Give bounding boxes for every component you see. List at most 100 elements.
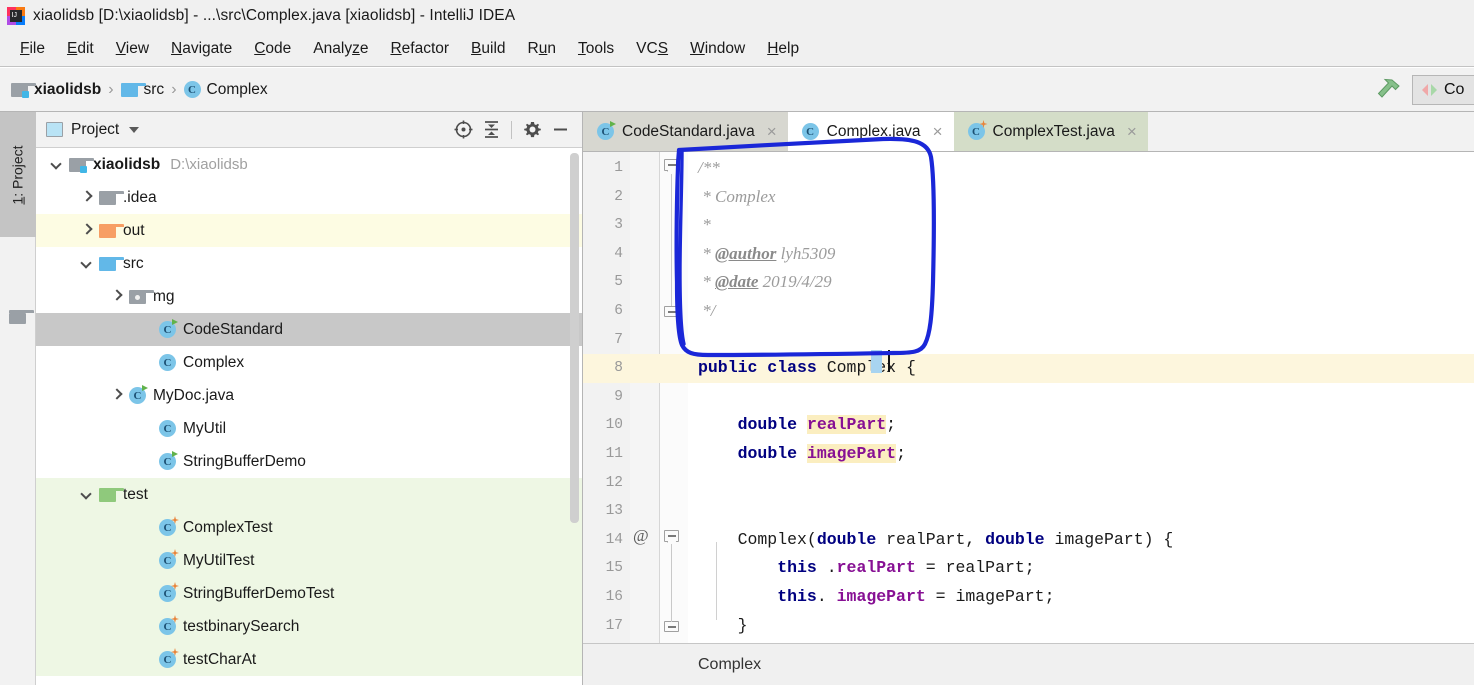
code-text[interactable]: * @author lyh5309 bbox=[698, 240, 835, 270]
menu-help[interactable]: Help bbox=[756, 37, 810, 61]
fold-marker-javadoc-start[interactable] bbox=[664, 159, 681, 177]
menu-window[interactable]: Window bbox=[679, 37, 756, 61]
fold-region-line bbox=[671, 544, 673, 622]
code-line[interactable]: 3 * bbox=[583, 211, 1474, 240]
menu-view[interactable]: View bbox=[105, 37, 160, 61]
line-number: 4 bbox=[614, 245, 623, 262]
tree-row[interactable]: C StringBufferDemoTest bbox=[36, 577, 582, 610]
chevron-right-icon[interactable] bbox=[110, 290, 123, 303]
breadcrumb-complex[interactable]: C Complex bbox=[183, 81, 268, 99]
tree-row[interactable]: out bbox=[36, 214, 582, 247]
project-tree[interactable]: xiaolidsb D:\xiaolidsb .idea out src mg C CodeS… bbox=[36, 148, 582, 685]
java-class-runnable-icon: C bbox=[129, 385, 148, 404]
minimize-icon[interactable] bbox=[546, 116, 574, 144]
menu-edit[interactable]: Edit bbox=[56, 37, 105, 61]
menu-file[interactable]: File bbox=[9, 37, 56, 61]
scrollbar-thumb[interactable] bbox=[570, 153, 579, 523]
fold-marker-ctor-start[interactable] bbox=[664, 530, 681, 548]
folder-icon[interactable] bbox=[9, 310, 34, 324]
menu-tools[interactable]: Tools bbox=[567, 37, 625, 61]
tab-codestandard-java[interactable]: C CodeStandard.java × bbox=[583, 112, 788, 151]
tree-row[interactable]: C MyUtilTest bbox=[36, 544, 582, 577]
chevron-down-icon[interactable] bbox=[129, 126, 140, 133]
code-line[interactable]: 6 */ bbox=[583, 297, 1474, 326]
tree-row[interactable]: CtestCharAt bbox=[36, 643, 582, 676]
menu-refactor[interactable]: Refactor bbox=[379, 37, 460, 61]
gear-icon[interactable] bbox=[518, 116, 546, 144]
code-text[interactable]: double imagePart; bbox=[698, 440, 906, 469]
line-number: 12 bbox=[605, 474, 623, 491]
locate-in-tree-icon[interactable] bbox=[449, 116, 477, 144]
close-icon[interactable]: × bbox=[767, 123, 777, 140]
collapse-all-icon[interactable] bbox=[477, 116, 505, 144]
code-text[interactable]: this .realPart = realPart; bbox=[698, 554, 1034, 583]
code-line[interactable]: 7 bbox=[583, 326, 1474, 355]
project-tree-scrollbar[interactable] bbox=[570, 148, 579, 685]
tree-row[interactable]: CtestbinarySearch bbox=[36, 610, 582, 643]
brace-match-highlight bbox=[871, 350, 882, 373]
tree-row[interactable]: xiaolidsb D:\xiaolidsb bbox=[36, 148, 582, 181]
tree-row[interactable]: mg bbox=[36, 280, 582, 313]
close-icon[interactable]: × bbox=[1127, 123, 1137, 140]
close-icon[interactable]: × bbox=[933, 123, 943, 140]
menu-build[interactable]: Build bbox=[460, 37, 516, 61]
code-line[interactable]: 5 * @date 2019/4/29 bbox=[583, 268, 1474, 297]
editor-tab-bar: C CodeStandard.java × C Complex.java × C… bbox=[583, 112, 1474, 152]
sidebar-item-project-tab[interactable]: 1: Project bbox=[0, 112, 36, 237]
code-line[interactable]: 13 bbox=[583, 497, 1474, 526]
chevron-right-icon[interactable] bbox=[110, 389, 123, 402]
orange-folder-icon bbox=[99, 223, 124, 238]
tree-row[interactable]: C Complex bbox=[36, 346, 582, 379]
code-editor[interactable]: 1/** 2 * Complex 3 * 4 * @author lyh5309 5 *… bbox=[583, 152, 1474, 656]
menu-run[interactable]: Run bbox=[517, 37, 567, 61]
hammer-icon[interactable] bbox=[1370, 75, 1404, 105]
tree-row[interactable]: C StringBufferDemo bbox=[36, 445, 582, 478]
breadcrumb-label: xiaolidsb bbox=[34, 80, 102, 98]
code-line[interactable]: 12 bbox=[583, 469, 1474, 498]
menu-vcs[interactable]: VCS bbox=[625, 37, 679, 61]
code-line[interactable]: 1 /** bbox=[583, 154, 1474, 183]
tree-row[interactable]: .idea bbox=[36, 181, 582, 214]
code-line[interactable]: 10 double realPart; bbox=[583, 411, 1474, 440]
code-line[interactable]: 4 * @author lyh5309 bbox=[583, 240, 1474, 269]
chevron-down-icon[interactable] bbox=[80, 488, 93, 501]
editor-breadcrumb-status: Complex bbox=[583, 643, 1474, 685]
code-line[interactable]: 8 public class Complex { bbox=[583, 354, 1474, 383]
code-text[interactable]: double realPart; bbox=[698, 411, 896, 440]
menu-navigate[interactable]: Navigate bbox=[160, 37, 243, 61]
tree-arrow-spacer bbox=[140, 653, 153, 666]
code-line[interactable]: 11 double imagePart; bbox=[583, 440, 1474, 469]
chevron-down-icon[interactable] bbox=[80, 257, 93, 270]
code-text[interactable]: this. imagePart = imagePart; bbox=[698, 583, 1054, 612]
text-caret bbox=[888, 350, 890, 372]
tab-label: ComplexTest.java bbox=[992, 122, 1115, 140]
java-test-class-icon: C bbox=[159, 552, 176, 569]
chevron-down-icon[interactable] bbox=[50, 158, 63, 171]
code-text[interactable]: * @date 2019/4/29 bbox=[698, 268, 831, 298]
gutter-annotation-marker[interactable]: @ bbox=[633, 526, 649, 546]
code-text[interactable]: Complex(double realPart, double imagePar… bbox=[698, 526, 1174, 555]
code-text[interactable]: */ bbox=[698, 297, 715, 327]
tab-complextest-java[interactable]: C ComplexTest.java × bbox=[953, 112, 1148, 151]
code-line[interactable]: 9 bbox=[583, 383, 1474, 412]
tree-row[interactable]: C CodeStandard bbox=[36, 313, 582, 346]
code-line[interactable]: 2 * Complex bbox=[583, 183, 1474, 212]
tree-row[interactable]: src bbox=[36, 247, 582, 280]
menu-code[interactable]: Code bbox=[243, 37, 302, 61]
code-text[interactable]: } bbox=[698, 612, 748, 641]
tab-complex-java[interactable]: C Complex.java × bbox=[787, 112, 954, 151]
code-text[interactable]: public class Complex { bbox=[698, 354, 916, 383]
tree-row[interactable]: test bbox=[36, 478, 582, 511]
chevron-right-icon[interactable] bbox=[80, 191, 93, 204]
menu-analyze[interactable]: Analyze bbox=[302, 37, 379, 61]
tree-row[interactable]: C MyUtil bbox=[36, 412, 582, 445]
code-text[interactable]: * Complex bbox=[698, 183, 775, 213]
chevron-right-icon[interactable] bbox=[80, 224, 93, 237]
tree-row[interactable]: C ComplexTest bbox=[36, 511, 582, 544]
code-text[interactable]: * bbox=[698, 211, 711, 241]
code-text[interactable]: /** bbox=[698, 154, 720, 184]
breadcrumb-src[interactable]: src bbox=[120, 81, 164, 99]
breadcrumb-xiaolidsb[interactable]: xiaolidsb bbox=[11, 81, 101, 99]
toolwindow-button[interactable]: Co bbox=[1412, 74, 1474, 105]
tree-row[interactable]: C MyDoc.java bbox=[36, 379, 582, 412]
